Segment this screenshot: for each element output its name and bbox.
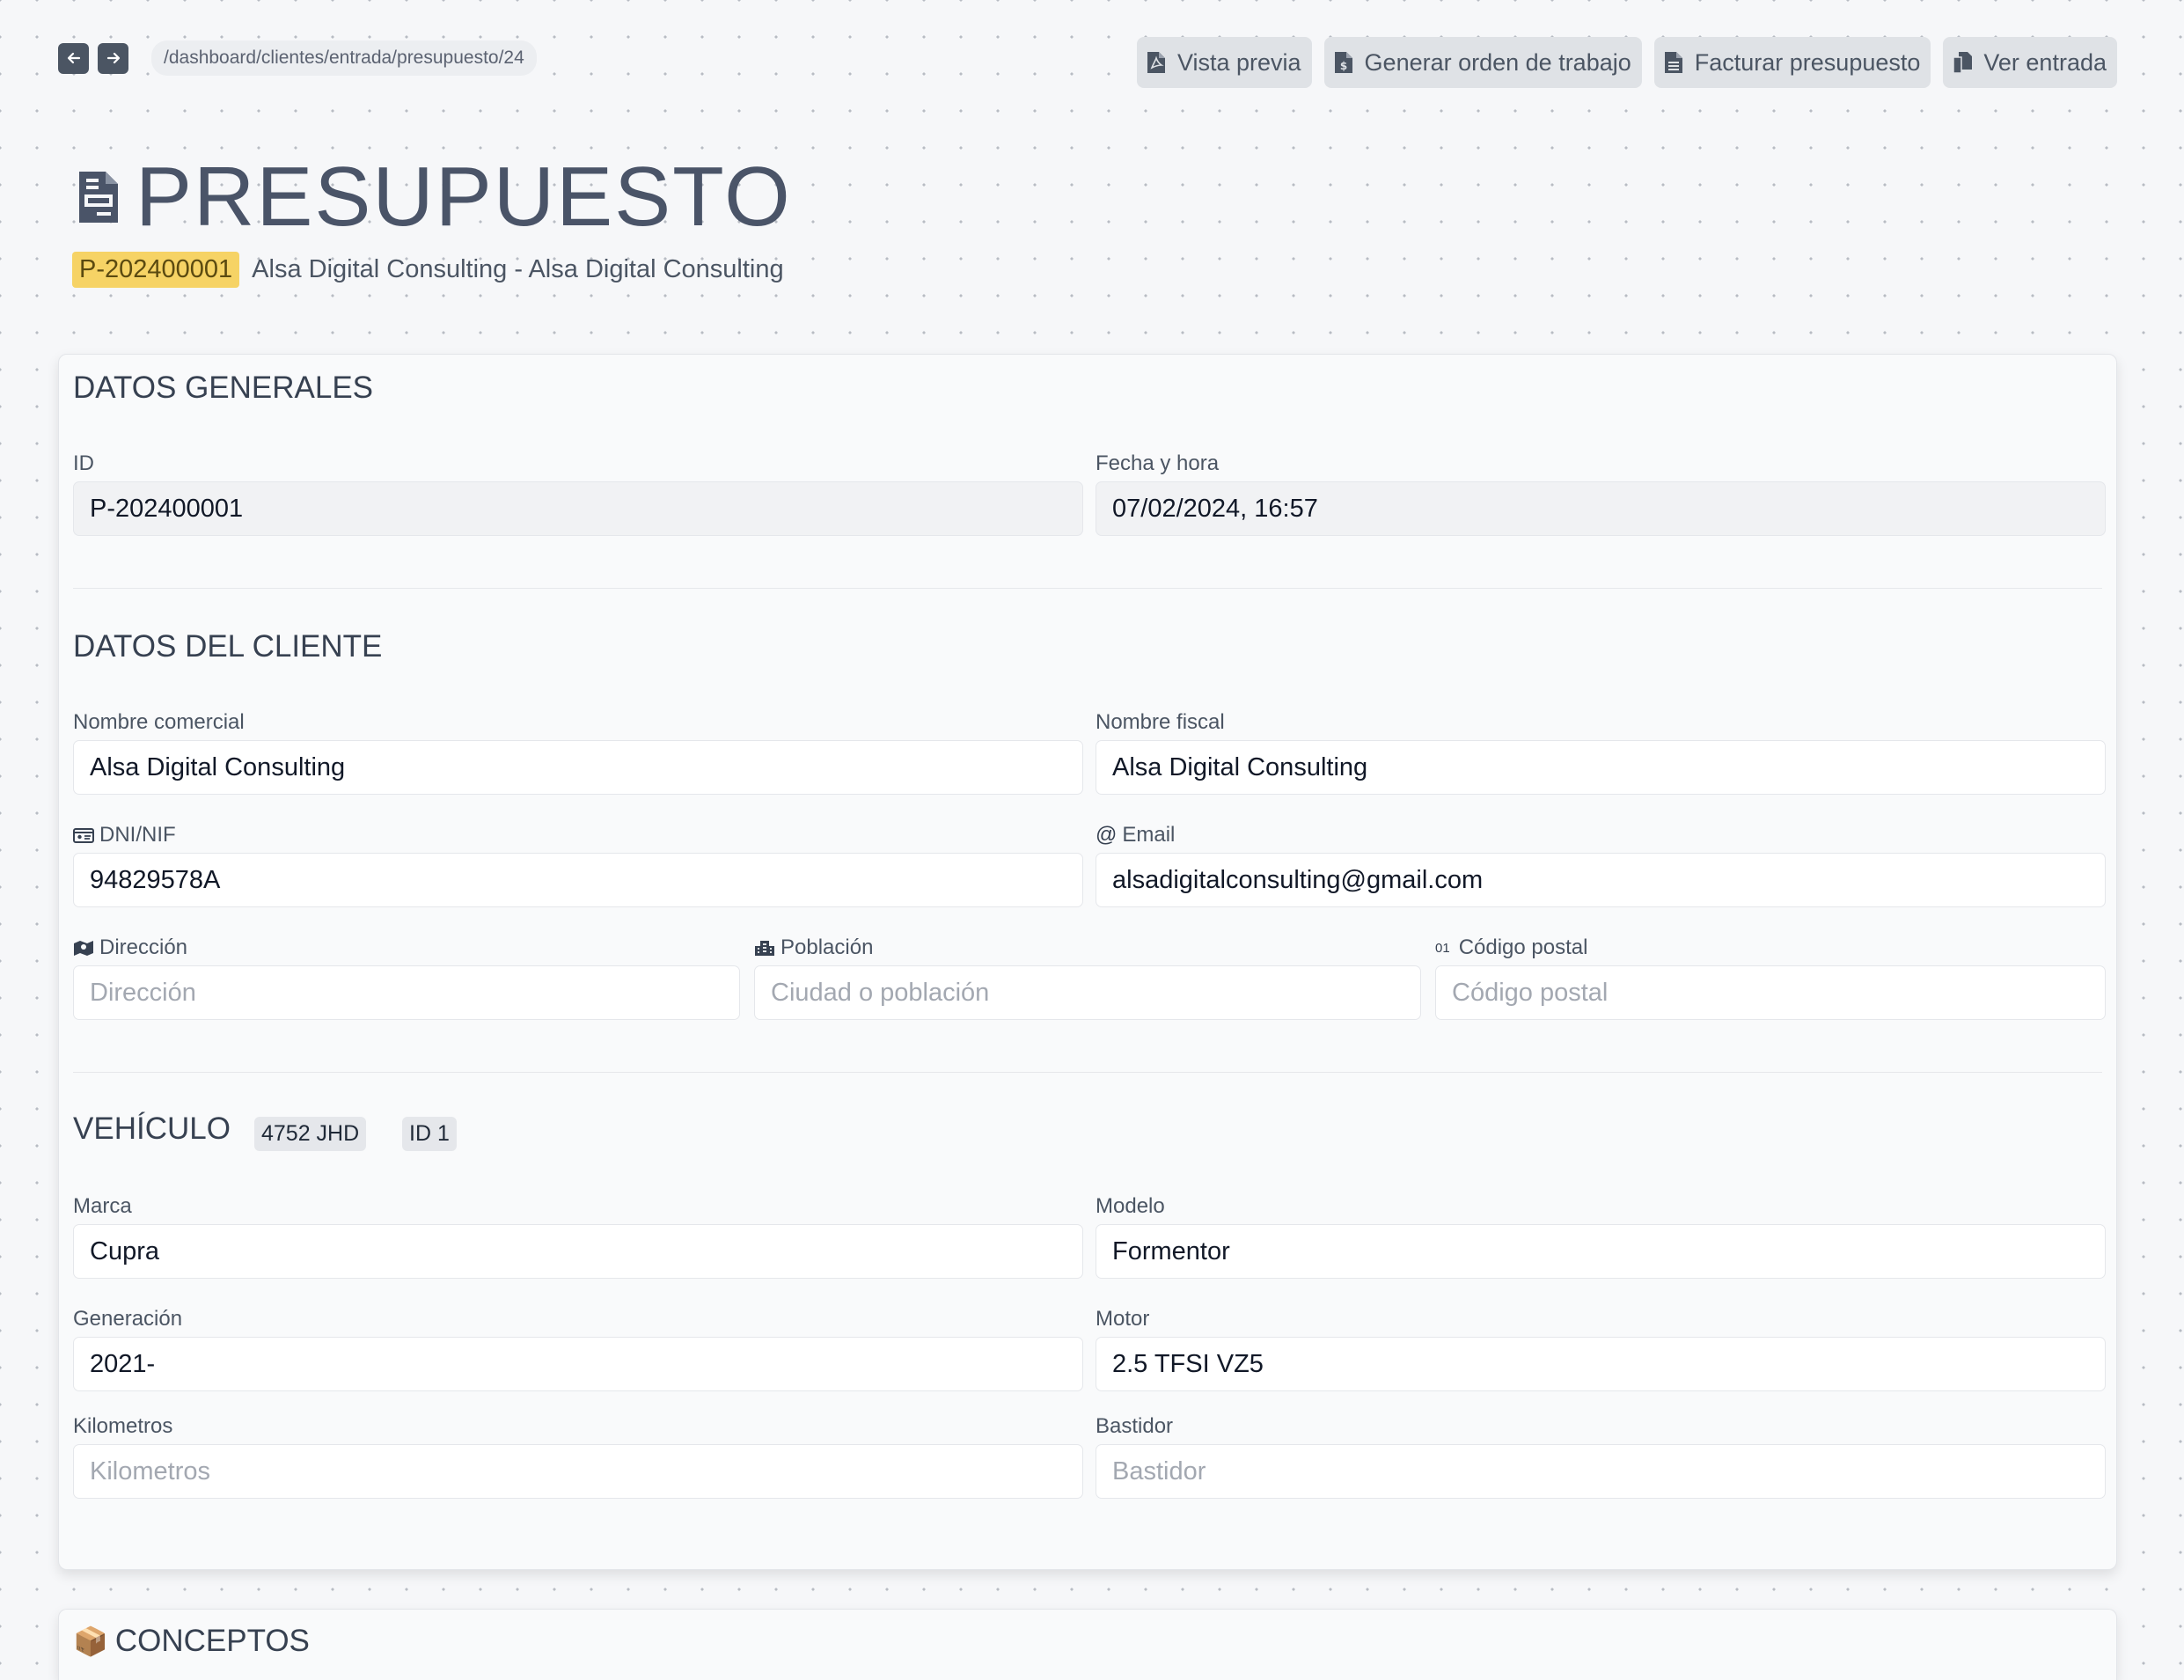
generation-field[interactable]: 2021- [73, 1337, 1083, 1391]
page-title: PRESUPUESTO [136, 150, 792, 244]
budget-code-badge: P-202400001 [72, 252, 240, 288]
zip-label-text: Código postal [1458, 935, 1588, 959]
work-order-label: Generar orden de trabajo [1364, 48, 1631, 76]
brand-label: Marca [73, 1194, 132, 1218]
id-card-icon [73, 828, 94, 843]
section-title-general: DATOS GENERALES [73, 370, 374, 405]
arrow-right-icon [106, 52, 120, 64]
budget-details-card: DATOS GENERALES ID P-202400001 Fecha y h… [58, 354, 2117, 1570]
date-label: Fecha y hora [1096, 451, 1220, 475]
zip-label: 01 Código postal [1435, 935, 1587, 960]
dni-field[interactable]: 94829578A [73, 853, 1083, 907]
km-input[interactable]: Kilometros [73, 1444, 1083, 1499]
city-input[interactable]: Ciudad o población [754, 965, 1421, 1020]
page-header: PRESUPUESTO [74, 155, 792, 239]
invoice-label: Facturar presupuesto [1694, 48, 1921, 76]
at-icon: @ [1096, 823, 1118, 847]
address-label: Dirección [73, 935, 187, 960]
trade-name-label: Nombre comercial [73, 710, 245, 734]
id-label: ID [73, 451, 94, 475]
divider [73, 588, 2102, 589]
chassis-input[interactable]: Bastidor [1096, 1444, 2106, 1499]
address-input[interactable]: Dirección [73, 965, 740, 1020]
section-title-vehicle: VEHÍCULO [73, 1111, 231, 1146]
numeric-01-icon: 01 [1435, 940, 1450, 956]
forward-button[interactable] [98, 42, 128, 74]
city-label: Población [754, 935, 873, 960]
model-label: Modelo [1096, 1194, 1165, 1218]
view-entry-button[interactable]: Ver entrada [1943, 37, 2117, 88]
email-field[interactable]: alsadigitalconsulting@gmail.com [1096, 853, 2106, 907]
address-label-text: Dirección [99, 935, 188, 959]
model-field[interactable]: Formentor [1096, 1224, 2106, 1279]
km-label: Kilometros [73, 1414, 173, 1438]
dni-label-text: DNI/NIF [99, 823, 176, 847]
breadcrumb[interactable]: /dashboard/clientes/entrada/presupuesto/… [151, 40, 537, 76]
date-field[interactable]: 07/02/2024, 16:57 [1096, 481, 2106, 536]
vehicle-id-chip: ID 1 [402, 1117, 457, 1151]
fiscal-name-field[interactable]: Alsa Digital Consulting [1096, 740, 2106, 795]
map-location-icon [74, 941, 93, 956]
pdf-file-icon [1147, 52, 1165, 73]
section-title-client: DATOS DEL CLIENTE [73, 629, 383, 664]
engine-label: Motor [1096, 1307, 1150, 1331]
city-icon [755, 941, 774, 956]
chassis-label: Bastidor [1096, 1414, 1174, 1438]
invoice-dollar-icon: $ [1334, 52, 1352, 73]
trade-name-field[interactable]: Alsa Digital Consulting [73, 740, 1083, 795]
copy-files-icon [1953, 52, 1973, 74]
dni-label: DNI/NIF [73, 823, 176, 847]
package-icon: 📦 [73, 1625, 108, 1657]
document-icon [79, 172, 118, 223]
email-label: @ Email [1096, 823, 1175, 847]
preview-label: Vista previa [1176, 48, 1301, 76]
preview-button[interactable]: Vista previa [1136, 37, 1312, 88]
concepts-title-text: CONCEPTOS [114, 1624, 310, 1658]
arrow-left-icon [67, 52, 80, 64]
file-lines-icon [1664, 52, 1682, 73]
generate-work-order-button[interactable]: $ Generar orden de trabajo [1323, 37, 1642, 88]
fiscal-name-label: Nombre fiscal [1096, 710, 1225, 734]
plate-chip: 4752 JHD [254, 1117, 367, 1151]
zip-input[interactable]: Código postal [1435, 965, 2106, 1020]
concepts-card: 📦 CONCEPTOS [58, 1609, 2117, 1680]
engine-field[interactable]: 2.5 TFSI VZ5 [1096, 1337, 2106, 1391]
view-entry-label: Ver entrada [1983, 48, 2107, 76]
divider [73, 1072, 2102, 1073]
back-button[interactable] [58, 42, 89, 74]
top-navigation: /dashboard/clientes/entrada/presupuesto/… [58, 40, 537, 76]
svg-text:$: $ [1339, 60, 1346, 72]
generation-label: Generación [73, 1307, 183, 1331]
brand-field[interactable]: Cupra [73, 1224, 1083, 1279]
invoice-budget-button[interactable]: Facturar presupuesto [1653, 37, 1931, 88]
section-title-concepts: 📦 CONCEPTOS [73, 1624, 310, 1659]
action-toolbar: Vista previa $ Generar orden de trabajo … [1136, 37, 2117, 88]
client-name-subtitle: Alsa Digital Consulting - Alsa Digital C… [252, 255, 784, 283]
city-label-text: Población [781, 935, 874, 959]
page-subtitle: P-202400001 Alsa Digital Consulting - Al… [72, 252, 784, 288]
id-field[interactable]: P-202400001 [73, 481, 1083, 536]
email-label-text: Email [1122, 823, 1176, 847]
